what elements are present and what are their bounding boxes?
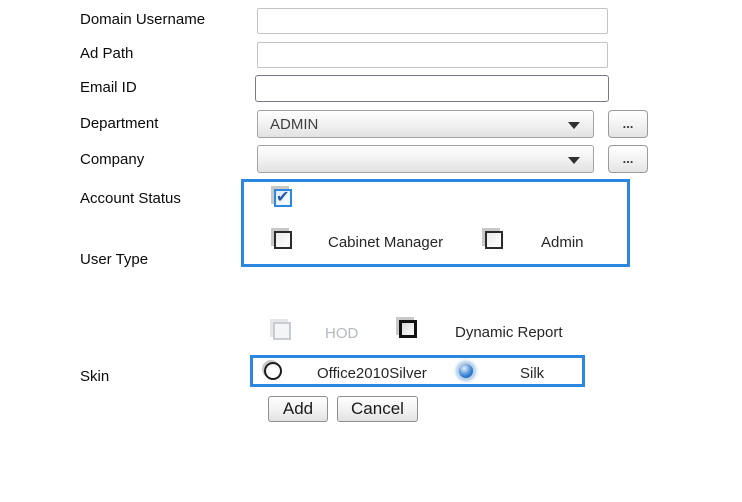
domain-username-input[interactable]	[257, 8, 608, 34]
email-id-input[interactable]	[255, 75, 609, 102]
department-selected-value: ADMIN	[270, 116, 318, 133]
ad-path-label: Ad Path	[80, 45, 133, 62]
office2010silver-radio[interactable]	[264, 362, 282, 380]
check-icon: ✔	[276, 187, 289, 207]
user-form: Domain Username Ad Path Email ID Departm…	[0, 0, 742, 502]
account-status-label: Account Status	[80, 190, 181, 207]
cabinet-manager-checkbox[interactable]	[274, 231, 292, 249]
domain-username-label: Domain Username	[80, 11, 205, 28]
hod-label: HOD	[325, 325, 358, 342]
chevron-down-icon	[568, 157, 580, 164]
silk-label: Silk	[520, 365, 544, 382]
company-dropdown[interactable]	[257, 145, 594, 173]
department-browse-button[interactable]: ...	[608, 110, 648, 138]
department-dropdown[interactable]: ADMIN	[257, 110, 594, 138]
silk-radio[interactable]	[457, 362, 475, 380]
hod-checkbox	[273, 322, 291, 340]
admin-checkbox[interactable]	[485, 231, 503, 249]
dynamic-report-checkbox[interactable]	[399, 320, 417, 338]
cabinet-manager-label: Cabinet Manager	[328, 234, 443, 251]
company-browse-button[interactable]: ...	[608, 145, 648, 173]
user-type-label: User Type	[80, 251, 148, 268]
company-label: Company	[80, 151, 144, 168]
account-status-checkbox[interactable]: ✔	[274, 189, 292, 207]
ad-path-input[interactable]	[257, 42, 608, 68]
email-id-label: Email ID	[80, 79, 137, 96]
cancel-button[interactable]: Cancel	[337, 396, 418, 422]
dynamic-report-label: Dynamic Report	[455, 324, 563, 341]
department-label: Department	[80, 115, 158, 132]
skin-label: Skin	[80, 368, 109, 385]
chevron-down-icon	[568, 122, 580, 129]
account-usertype-highlight-box	[241, 179, 630, 267]
office2010silver-label: Office2010Silver	[317, 365, 427, 382]
add-button[interactable]: Add	[268, 396, 328, 422]
admin-label: Admin	[541, 234, 584, 251]
